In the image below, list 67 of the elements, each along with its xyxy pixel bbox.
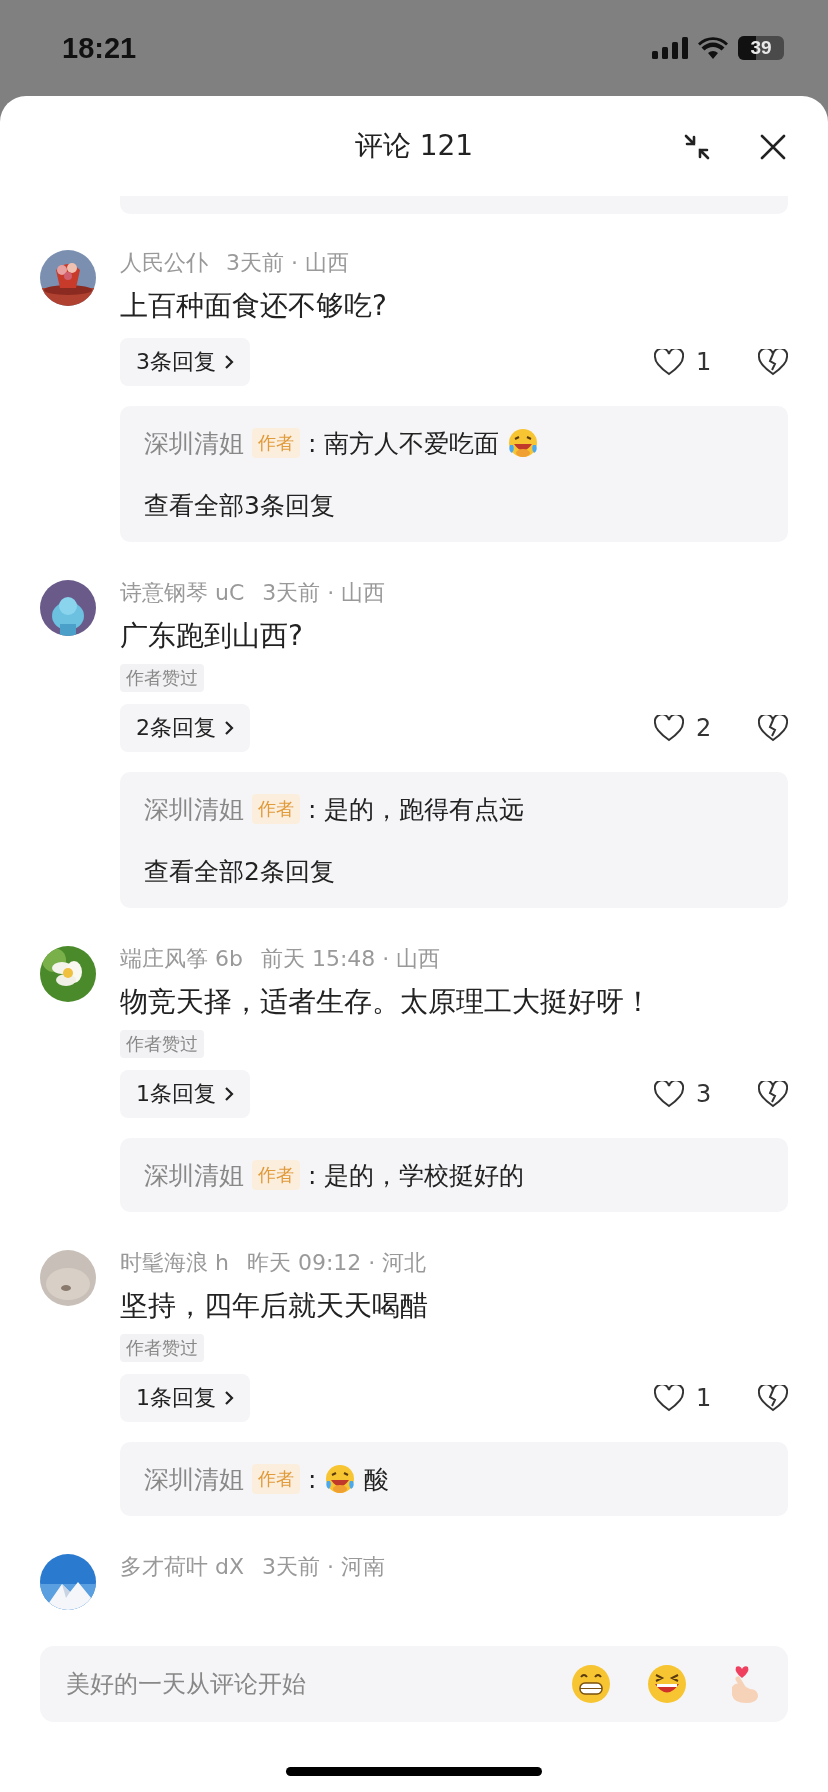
replies-button[interactable]: 3条回复: [120, 338, 250, 386]
view-all-replies-link[interactable]: 查看全部3条回复: [144, 488, 335, 522]
author-badge: 作者: [252, 428, 300, 458]
colon: :: [308, 794, 317, 824]
signal-icon: [652, 37, 688, 59]
chevron-icon: [224, 1390, 234, 1406]
reply-author[interactable]: 深圳清姐: [144, 426, 244, 460]
reply-text: 是的，学校挺好的: [324, 1159, 525, 1192]
comment-author[interactable]: 多才荷叶 dX: [120, 1552, 245, 1582]
replies-button[interactable]: 1条回复: [120, 1070, 250, 1118]
laughing-face-icon[interactable]: [646, 1663, 688, 1705]
comment-author[interactable]: 端庄风筝 6b: [120, 944, 243, 974]
author-liked-tag: 作者赞过: [120, 1334, 204, 1362]
replies-button[interactable]: 1条回复: [120, 1374, 250, 1422]
replies-button[interactable]: 2条回复: [120, 704, 250, 752]
reply-author[interactable]: 深圳清姐: [144, 1158, 244, 1192]
status-time: 18:21: [62, 31, 137, 65]
comment-author[interactable]: 时髦海浪 h: [120, 1248, 229, 1278]
comment-text: 广东跑到山西?: [120, 618, 304, 654]
like-count: 3: [696, 1080, 712, 1108]
author-badge: 作者: [252, 1160, 300, 1190]
broken-heart-icon[interactable]: [758, 1384, 788, 1412]
heart-icon[interactable]: [654, 714, 684, 742]
reply-text: 南方人不爱吃面: [324, 427, 500, 460]
reply-author[interactable]: 深圳清姐: [144, 1462, 244, 1496]
heart-icon[interactable]: [654, 1080, 684, 1108]
like-count: 2: [696, 714, 712, 742]
wifi-icon: [698, 37, 728, 59]
reply-author[interactable]: 深圳清姐: [144, 792, 244, 826]
chevron-icon: [224, 1086, 234, 1102]
colon: :: [308, 1464, 317, 1494]
broken-heart-icon[interactable]: [758, 1080, 788, 1108]
like-count: 1: [696, 1384, 712, 1412]
heart-icon[interactable]: [654, 348, 684, 376]
chevron-icon: [224, 720, 234, 736]
comment-text: 上百种面食还不够吃?: [120, 288, 388, 324]
colon: :: [308, 1160, 317, 1190]
grinning-face-icon[interactable]: [570, 1663, 612, 1705]
comment-text: 坚持，四年后就天天喝醋: [120, 1288, 429, 1324]
comment-author[interactable]: 人民公仆: [120, 248, 208, 278]
comment-text: 物竞天择，适者生存。太原理工大挺好呀！: [120, 984, 653, 1020]
comment-meta: 3天前 · 山西: [226, 249, 349, 277]
chevron-icon: [224, 354, 234, 370]
comment-meta: 3天前 · 河南: [262, 1553, 385, 1581]
broken-heart-icon[interactable]: [758, 348, 788, 376]
author-badge: 作者: [252, 1464, 300, 1494]
comment-input[interactable]: 美好的一天从评论开始: [64, 1669, 536, 1699]
author-liked-tag: 作者赞过: [120, 1030, 204, 1058]
laughing-face-icon: [507, 427, 540, 459]
collapse-icon[interactable]: [684, 134, 710, 160]
author-liked-tag: 作者赞过: [120, 664, 204, 692]
heart-icon[interactable]: [654, 1384, 684, 1412]
sheet-title: 评论 121: [354, 128, 474, 164]
close-icon[interactable]: [760, 134, 786, 160]
reply-text: 酸: [364, 1463, 390, 1496]
like-count: 1: [696, 348, 712, 376]
comment-author[interactable]: 诗意钢琴 uC: [120, 578, 245, 608]
view-all-replies-link[interactable]: 查看全部2条回复: [144, 854, 335, 888]
comment-meta: 前天 15:48 · 山西: [260, 945, 441, 973]
colon: :: [308, 428, 317, 458]
broken-heart-icon[interactable]: [758, 714, 788, 742]
laughing-face-icon: [324, 1463, 357, 1495]
battery-icon: 39: [738, 36, 784, 60]
reply-text: 是的，跑得有点远: [324, 793, 525, 826]
comment-meta: 昨天 09:12 · 河北: [246, 1249, 427, 1277]
comment-meta: 3天前 · 山西: [262, 579, 386, 607]
author-badge: 作者: [252, 794, 300, 824]
